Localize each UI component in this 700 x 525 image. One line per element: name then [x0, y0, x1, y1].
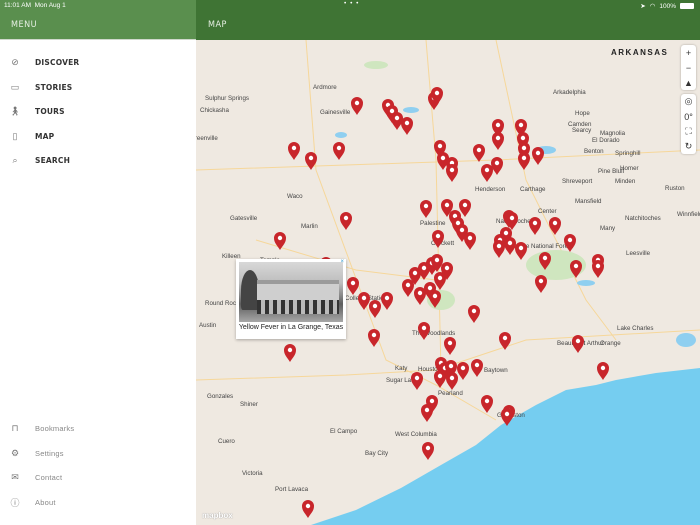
- map-pin[interactable]: [501, 408, 513, 426]
- bearing-button[interactable]: 0°: [681, 109, 696, 124]
- map-pin[interactable]: [411, 372, 423, 390]
- menu-item-about[interactable]: ⓘ About: [0, 492, 196, 512]
- info-icon: ⓘ: [10, 497, 20, 508]
- map-pin[interactable]: [402, 279, 414, 297]
- map-pin[interactable]: [333, 142, 345, 160]
- map-pin[interactable]: [418, 322, 430, 340]
- popup-close-button[interactable]: ×: [340, 259, 344, 265]
- map-pin[interactable]: [446, 164, 458, 182]
- status-time: 11:01 AM Mon Aug 1: [4, 2, 66, 9]
- map-pin[interactable]: [432, 230, 444, 248]
- map-pin[interactable]: [481, 395, 493, 413]
- bookmark-icon: ⊓: [11, 422, 19, 433]
- menu-item-settings[interactable]: ⚙ Settings: [0, 443, 196, 463]
- map-pin[interactable]: [515, 242, 527, 260]
- story-photo[interactable]: [239, 262, 343, 322]
- map-pin[interactable]: [422, 442, 434, 460]
- map-pin[interactable]: [429, 290, 441, 308]
- map-pin[interactable]: [535, 275, 547, 293]
- battery-icon: [680, 3, 694, 9]
- side-menu: ⊘ DISCOVER ▭ STORIES 🚶︎ TOURS ▯ MAP ⌕ SEARCH …: [0, 40, 196, 525]
- zoom-controls: + − ▲: [681, 45, 696, 90]
- map-pin[interactable]: [305, 152, 317, 170]
- map-icon: ▯: [12, 130, 18, 141]
- map-pin[interactable]: [572, 335, 584, 353]
- map-tools: ◎ 0° ⛶ ↻: [681, 94, 696, 154]
- compass-icon: ⊘: [11, 56, 19, 67]
- map-pin[interactable]: [529, 217, 541, 235]
- wifi-icon: ◠: [649, 3, 656, 10]
- map-pin[interactable]: [274, 232, 286, 250]
- locate-button[interactable]: ◎: [681, 94, 696, 109]
- mapbox-logo[interactable]: mapbox: [202, 511, 233, 520]
- menu-item-search[interactable]: ⌕ SEARCH: [0, 150, 196, 170]
- compass-button[interactable]: ▲: [681, 75, 696, 90]
- status-right: ➤ ◠ 100%: [640, 2, 694, 10]
- zoom-in-button[interactable]: +: [681, 45, 696, 60]
- map-pin[interactable]: [381, 292, 393, 310]
- map-pin[interactable]: [457, 362, 469, 380]
- map-pin[interactable]: [471, 359, 483, 377]
- walking-icon: 🚶︎: [9, 105, 21, 116]
- map-pin[interactable]: [539, 252, 551, 270]
- map-pin[interactable]: [368, 329, 380, 347]
- map-pin[interactable]: [391, 112, 403, 130]
- reset-button[interactable]: ↻: [681, 139, 696, 154]
- book-icon: ▭: [10, 81, 20, 92]
- menu-item-stories[interactable]: ▭ STORIES: [0, 77, 196, 97]
- map-pin[interactable]: [434, 370, 446, 388]
- multitask-dots[interactable]: • • •: [344, 0, 359, 7]
- map-pin[interactable]: [444, 337, 456, 355]
- map-pin[interactable]: [414, 287, 426, 305]
- menu-item-contact[interactable]: ✉ Contact: [0, 467, 196, 487]
- map-pin[interactable]: [351, 97, 363, 115]
- map-pin[interactable]: [493, 240, 505, 258]
- story-popup[interactable]: × Yellow Fever in La Grange, Texas: [236, 259, 346, 339]
- map-pin[interactable]: [340, 212, 352, 230]
- map-pin[interactable]: [446, 372, 458, 390]
- status-bar: 11:01 AM Mon Aug 1 • • • ➤ ◠ 100%: [0, 0, 700, 12]
- menu-item-tours[interactable]: 🚶︎ TOURS: [0, 101, 196, 121]
- map-pin[interactable]: [468, 305, 480, 323]
- map-pin[interactable]: [532, 147, 544, 165]
- search-icon: ⌕: [12, 154, 18, 165]
- map-pin[interactable]: [592, 260, 604, 278]
- popup-caption[interactable]: Yellow Fever in La Grange, Texas: [236, 324, 346, 331]
- map-pin[interactable]: [302, 500, 314, 518]
- map-pin[interactable]: [499, 332, 511, 350]
- gear-icon: ⚙: [10, 447, 20, 458]
- map-pin[interactable]: [369, 300, 381, 318]
- battery-percent: 100%: [659, 2, 676, 10]
- map-pin[interactable]: [358, 292, 370, 310]
- map-pin[interactable]: [491, 157, 503, 175]
- map-pin[interactable]: [549, 217, 561, 235]
- map-pin[interactable]: [421, 404, 433, 422]
- map-pin[interactable]: [284, 344, 296, 362]
- map-pin[interactable]: [459, 199, 471, 217]
- map-title: MAP: [208, 20, 227, 30]
- map-pin[interactable]: [420, 200, 432, 218]
- fullscreen-button[interactable]: ⛶: [681, 124, 696, 139]
- map-pin[interactable]: [518, 152, 530, 170]
- envelope-icon: ✉: [11, 471, 19, 482]
- map-pin[interactable]: [492, 132, 504, 150]
- menu-item-bookmarks[interactable]: ⊓ Bookmarks: [0, 418, 196, 438]
- map-pin[interactable]: [288, 142, 300, 160]
- map-pin[interactable]: [597, 362, 609, 380]
- map-pin[interactable]: [504, 237, 516, 255]
- map-pin[interactable]: [401, 117, 413, 135]
- map-pin[interactable]: [481, 164, 493, 182]
- map-pin[interactable]: [564, 234, 576, 252]
- map-pin[interactable]: [347, 277, 359, 295]
- map-pin[interactable]: [570, 260, 582, 278]
- map-pin[interactable]: [473, 144, 485, 162]
- location-icon: ➤: [640, 3, 646, 10]
- menu-item-map[interactable]: ▯ MAP: [0, 126, 196, 146]
- menu-item-discover[interactable]: ⊘ DISCOVER: [0, 52, 196, 72]
- zoom-out-button[interactable]: −: [681, 60, 696, 75]
- menu-title: MENU: [11, 20, 38, 30]
- map-pin[interactable]: [464, 232, 476, 250]
